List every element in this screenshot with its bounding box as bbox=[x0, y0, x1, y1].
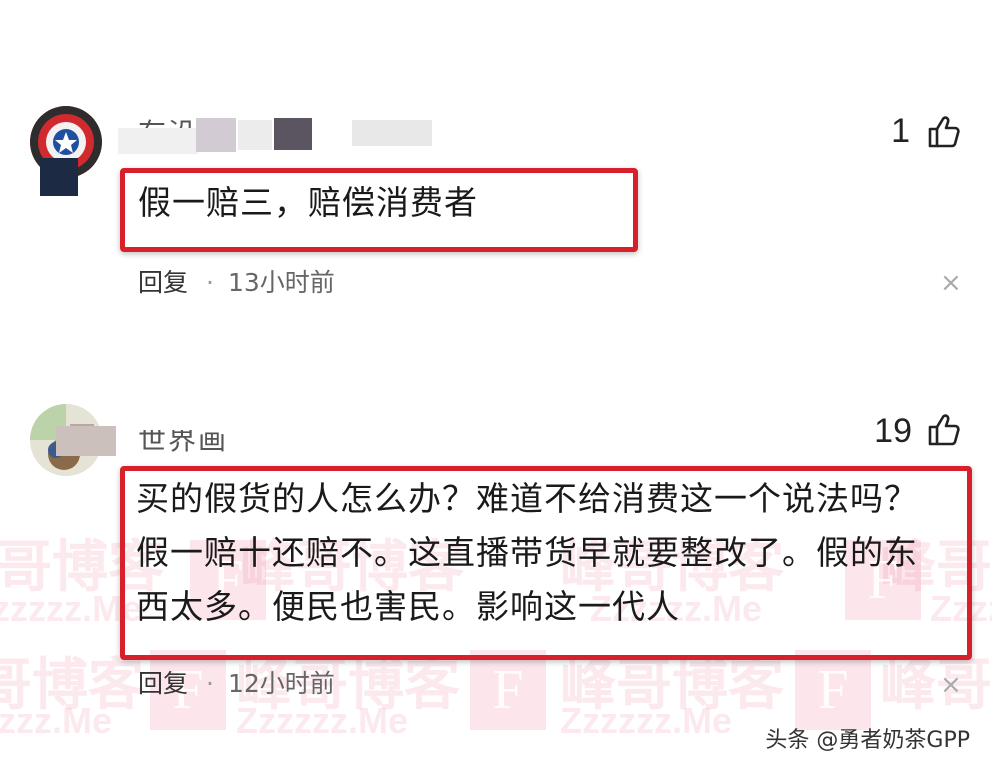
watermark: Zzzzzz.Me bbox=[0, 700, 113, 741]
watermark: Zzzzzz.Me bbox=[560, 700, 733, 741]
separator: · bbox=[206, 669, 214, 698]
comment-line: 西太多。便民也害民。影响这一代人 bbox=[136, 587, 680, 626]
watermark-logo: F bbox=[470, 650, 546, 730]
username-blur bbox=[56, 426, 116, 456]
watermark-logo: F bbox=[795, 650, 871, 730]
reply-button[interactable]: 回复 bbox=[138, 669, 188, 698]
thumbs-up-icon[interactable] bbox=[926, 412, 962, 448]
watermark: Zzzzzz.Me bbox=[236, 700, 409, 741]
comment-content: 买的假货的人怎么办？难道不给消费这一个说法吗？ 假一赔十还赔不。这直播带货早就要… bbox=[136, 472, 966, 634]
comment-2: 世界画 19 峰哥博客 峰哥博客 峰哥博客 峰哥博客 Zzzzzz.Me Zzz… bbox=[0, 0, 992, 772]
like-count: 19 bbox=[874, 412, 912, 450]
source-label: 头条 @勇者奶茶GPP bbox=[765, 728, 970, 753]
username-blur bbox=[118, 408, 248, 430]
close-icon[interactable]: × bbox=[940, 670, 962, 700]
timestamp: 12小时前 bbox=[227, 669, 335, 698]
comment-line: 买的假货的人怎么办？难道不给消费这一个说法吗？ bbox=[136, 479, 918, 518]
comment-line: 假一赔十还赔不。这直播带货早就要整改了。假的东 bbox=[136, 533, 918, 572]
comment-meta: 回复 · 12小时前 bbox=[138, 664, 335, 700]
